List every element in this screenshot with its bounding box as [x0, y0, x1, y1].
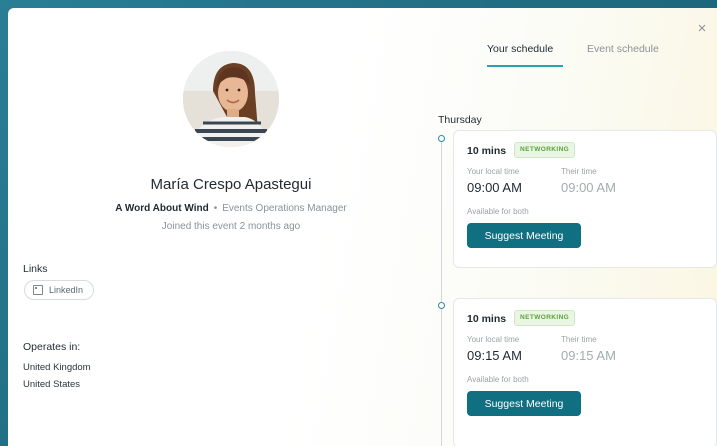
availability-text: Available for both [467, 375, 529, 384]
their-time-label: Their time [561, 167, 597, 176]
schedule-day: Thursday [438, 114, 482, 126]
local-time-label: Your local time [467, 167, 520, 176]
links-title: Links [23, 263, 48, 275]
linkedin-link[interactable]: LinkedIn [24, 280, 95, 300]
their-time: 09:15 AM [561, 348, 616, 363]
close-icon[interactable]: × [695, 21, 709, 36]
slot-card: 10 mins NETWORKING Your local time Their… [453, 298, 717, 446]
suggest-meeting-button[interactable]: Suggest Meeting [467, 223, 581, 248]
country-item: United States [23, 379, 81, 390]
company-name: A Word About Wind [115, 203, 209, 214]
timeline-line [441, 142, 442, 446]
local-time: 09:15 AM [467, 348, 522, 363]
their-time: 09:00 AM [561, 180, 616, 195]
operates-title: Operates in: [23, 341, 81, 353]
profile-subline: A Word About Wind • Events Operations Mana… [8, 203, 454, 214]
separator: • [213, 203, 218, 214]
local-time-label: Your local time [467, 335, 520, 344]
slot-duration: 10 mins [467, 313, 507, 325]
suggest-meeting-button[interactable]: Suggest Meeting [467, 391, 581, 416]
their-time-label: Their time [561, 335, 597, 344]
linkedin-icon [33, 285, 43, 295]
local-time: 09:00 AM [467, 180, 522, 195]
profile-modal: × María Crespo Apastegui A Word About Wi… [8, 8, 717, 446]
profile-name: María Crespo Apastegui [150, 176, 312, 193]
job-title: Events Operations Manager [222, 203, 347, 214]
country-item: United Kingdom [23, 362, 91, 373]
tab-your-schedule[interactable]: Your schedule [487, 43, 553, 55]
tab-event-schedule[interactable]: Event schedule [587, 43, 659, 55]
slot-duration: 10 mins [467, 145, 507, 157]
networking-badge: NETWORKING [514, 310, 576, 326]
slot-card: 10 mins NETWORKING Your local time Their… [453, 130, 717, 268]
joined-text: Joined this event 2 months ago [161, 221, 301, 232]
availability-text: Available for both [467, 207, 529, 216]
avatar [183, 51, 279, 147]
active-tab-indicator [487, 65, 563, 67]
timeline-dot [438, 135, 445, 142]
timeline-dot [438, 302, 445, 309]
networking-badge: NETWORKING [514, 142, 576, 158]
linkedin-label: LinkedIn [49, 285, 84, 295]
